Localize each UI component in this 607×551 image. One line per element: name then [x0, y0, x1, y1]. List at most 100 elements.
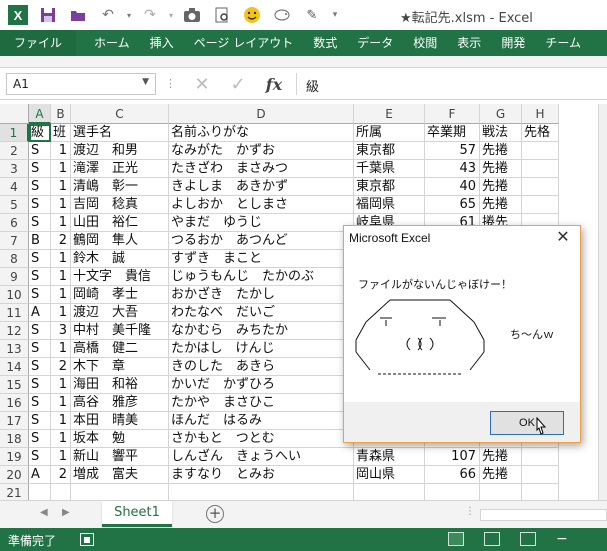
ribbon-tab[interactable]: 開発: [491, 30, 535, 56]
grid-cell[interactable]: おかざき たかし: [169, 286, 354, 304]
grid-cell[interactable]: わたなべ だいご: [169, 304, 354, 322]
row-header[interactable]: 15: [0, 376, 29, 394]
column-header[interactable]: E: [354, 104, 425, 124]
row-header[interactable]: 6: [0, 214, 29, 232]
grid-cell[interactable]: すずき まこと: [169, 250, 354, 268]
grid-cell[interactable]: 清嶋 彰一: [71, 178, 169, 196]
grid-cell[interactable]: S: [29, 340, 51, 358]
ribbon-tab[interactable]: 数式: [303, 30, 347, 56]
grid-cell[interactable]: たかはし けんじ: [169, 340, 354, 358]
grid-cell[interactable]: 1: [51, 412, 71, 430]
row-header[interactable]: 1: [0, 124, 29, 142]
grid-cell[interactable]: 東京都: [354, 142, 425, 160]
grid-cell[interactable]: 40: [425, 178, 480, 196]
row-header[interactable]: 17: [0, 412, 29, 430]
grid-cell[interactable]: 増成 富夫: [71, 466, 169, 484]
grid-cell[interactable]: S: [29, 322, 51, 340]
redo-icon[interactable]: ↷: [136, 2, 164, 28]
row-header[interactable]: 9: [0, 268, 29, 286]
grid-cell[interactable]: じゅうもんじ たかのぶ: [169, 268, 354, 286]
grid-cell[interactable]: 1: [51, 268, 71, 286]
open-icon[interactable]: [64, 2, 92, 28]
grid-cell[interactable]: 卒業期: [425, 124, 480, 142]
add-sheet-icon[interactable]: +: [206, 505, 224, 523]
sheet-next-icon[interactable]: ▶: [62, 507, 70, 518]
grid-cell[interactable]: きのした あきら: [169, 358, 354, 376]
grid-cell[interactable]: 107: [425, 448, 480, 466]
row-header[interactable]: 2: [0, 142, 29, 160]
grid-cell[interactable]: きよしま あきかず: [169, 178, 354, 196]
grid-cell[interactable]: 66: [425, 466, 480, 484]
grid-cell[interactable]: なみがた かずお: [169, 142, 354, 160]
grid-cell[interactable]: 岡崎 孝士: [71, 286, 169, 304]
ribbon-tab[interactable]: ページ レイアウト: [184, 30, 304, 56]
chevron-down-icon[interactable]: ▾: [124, 2, 134, 28]
grid-cell[interactable]: 1: [51, 250, 71, 268]
grid-cell[interactable]: 先捲: [480, 196, 522, 214]
grid-cell[interactable]: 2: [51, 358, 71, 376]
grid-cell[interactable]: 福岡県: [354, 196, 425, 214]
grid-cell[interactable]: S: [29, 160, 51, 178]
vertical-scrollbar[interactable]: [598, 104, 607, 500]
grid-cell[interactable]: [522, 142, 559, 160]
row-header[interactable]: 19: [0, 448, 29, 466]
column-header[interactable]: C: [71, 104, 169, 124]
ribbon-tab[interactable]: 挿入: [140, 30, 184, 56]
grid-cell[interactable]: S: [29, 142, 51, 160]
grid-cell[interactable]: 中村 美千隆: [71, 322, 169, 340]
grid-cell[interactable]: [522, 178, 559, 196]
piggy-icon[interactable]: [268, 2, 296, 28]
grid-cell[interactable]: 1: [51, 376, 71, 394]
grid-cell[interactable]: 1: [51, 304, 71, 322]
grid-cell[interactable]: たかや まさひこ: [169, 394, 354, 412]
ok-button[interactable]: OK: [490, 411, 564, 435]
page-break-view-icon[interactable]: [520, 532, 536, 546]
grid-cell[interactable]: 滝澤 正光: [71, 160, 169, 178]
grid-cell[interactable]: 海田 和裕: [71, 376, 169, 394]
ribbon-tab[interactable]: ホーム: [84, 30, 140, 56]
customize-qat-icon[interactable]: ▾: [328, 2, 342, 28]
grid-cell[interactable]: 本田 晴美: [71, 412, 169, 430]
grid-cell[interactable]: 所属: [354, 124, 425, 142]
grid-cell[interactable]: 坂本 勉: [71, 430, 169, 448]
grid-cell[interactable]: 渡辺 大吾: [71, 304, 169, 322]
cancel-icon[interactable]: ✕: [188, 73, 216, 95]
grid-cell[interactable]: 高谷 雅彦: [71, 394, 169, 412]
ribbon-tab[interactable]: 表示: [447, 30, 491, 56]
tab-splitter-icon[interactable]: ⋮: [465, 506, 475, 517]
grid-cell[interactable]: 級: [29, 124, 51, 142]
grid-cell[interactable]: 先捲: [480, 466, 522, 484]
grid-cell[interactable]: 班: [51, 124, 71, 142]
grid-cell[interactable]: 2: [51, 232, 71, 250]
grid-cell[interactable]: 渡辺 和男: [71, 142, 169, 160]
grid-cell[interactable]: 先捲: [480, 142, 522, 160]
grid-cell[interactable]: 千葉県: [354, 160, 425, 178]
grid-cell[interactable]: 先格: [522, 124, 559, 142]
grid-cell[interactable]: しんざん きょうへい: [169, 448, 354, 466]
grid-cell[interactable]: S: [29, 178, 51, 196]
grid-cell[interactable]: つるおか あつんど: [169, 232, 354, 250]
grid-cell[interactable]: 先捲: [480, 448, 522, 466]
grid-cell[interactable]: 3: [51, 322, 71, 340]
grid-cell[interactable]: 1: [51, 448, 71, 466]
grid-cell[interactable]: かいだ かずひろ: [169, 376, 354, 394]
grid-cell[interactable]: 1: [51, 394, 71, 412]
grid-cell[interactable]: S: [29, 430, 51, 448]
row-header[interactable]: 10: [0, 286, 29, 304]
grid-cell[interactable]: S: [29, 196, 51, 214]
sheet-prev-icon[interactable]: ◀: [40, 507, 48, 518]
grid-cell[interactable]: 鶴岡 隼人: [71, 232, 169, 250]
formula-input[interactable]: 級: [306, 76, 319, 95]
grid-cell[interactable]: 1: [51, 196, 71, 214]
grid-cell[interactable]: 先捲: [480, 178, 522, 196]
grid-cell[interactable]: B: [29, 232, 51, 250]
grid-cell[interactable]: S: [29, 394, 51, 412]
grid-cell[interactable]: [522, 160, 559, 178]
grid-cell[interactable]: 1: [51, 160, 71, 178]
save-icon[interactable]: [34, 2, 62, 28]
grid-cell[interactable]: S: [29, 412, 51, 430]
grid-cell[interactable]: 青森県: [354, 448, 425, 466]
grid-cell[interactable]: 戦法: [480, 124, 522, 142]
row-header[interactable]: 7: [0, 232, 29, 250]
sheet-tab-sheet1[interactable]: Sheet1: [102, 501, 172, 527]
